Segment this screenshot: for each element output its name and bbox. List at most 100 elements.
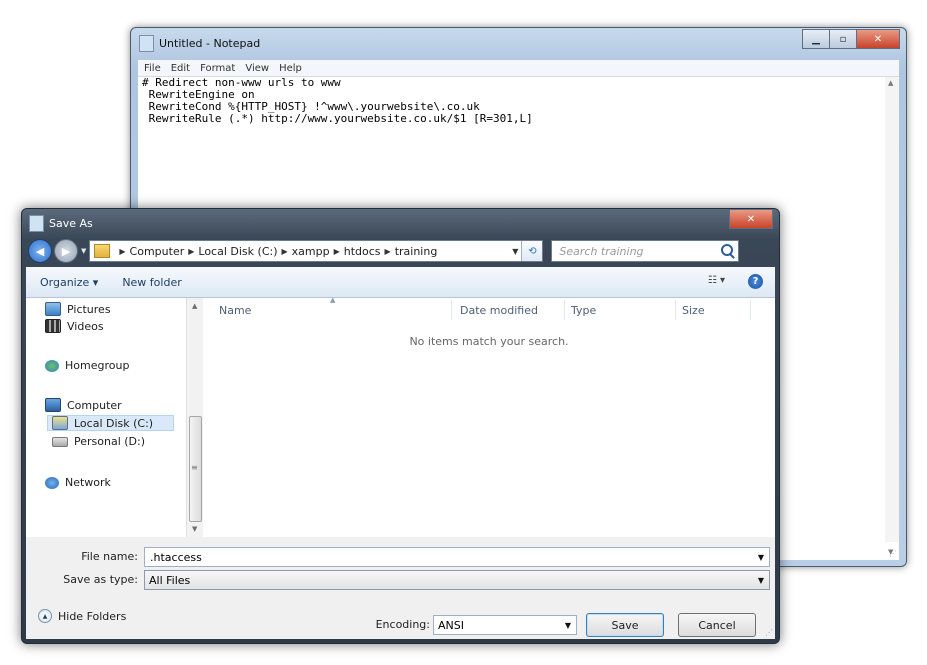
- search-input[interactable]: [557, 243, 712, 259]
- file-name-field[interactable]: ▼: [144, 547, 770, 567]
- dialog-close-button[interactable]: ✕: [729, 209, 773, 229]
- dialog-window-controls: ✕: [729, 209, 773, 229]
- nav-homegroup[interactable]: Homegroup: [45, 359, 129, 372]
- notepad-content[interactable]: # Redirect non-www urls to www RewriteEn…: [142, 77, 533, 125]
- encoding-value: ANSI: [438, 618, 464, 632]
- navigation-pane: Pictures Videos Homegroup Computer Local…: [26, 298, 203, 537]
- scroll-up-icon[interactable]: ▲: [888, 79, 893, 87]
- folder-icon: [94, 244, 111, 258]
- chevron-right-icon[interactable]: ▶: [385, 247, 391, 256]
- breadcrumb-htdocs[interactable]: htdocs: [344, 245, 381, 258]
- save-as-type-label: Save as type:: [63, 573, 138, 586]
- nav-network-label: Network: [65, 476, 111, 489]
- resize-grip-icon[interactable]: ⋰: [765, 628, 773, 637]
- nav-local-disk[interactable]: Local Disk (C:): [47, 415, 175, 431]
- nav-personal-label: Personal (D:): [74, 435, 146, 448]
- chevron-right-icon[interactable]: ▶: [282, 247, 288, 256]
- nav-personal[interactable]: Personal (D:): [52, 435, 145, 448]
- chevron-down-icon[interactable]: ▼: [758, 576, 764, 585]
- nav-computer[interactable]: Computer: [45, 398, 122, 412]
- nav-pictures-label: Pictures: [67, 302, 111, 316]
- chevron-right-icon[interactable]: ▶: [119, 247, 125, 256]
- scroll-down-icon[interactable]: ▼: [192, 525, 197, 533]
- address-row: ◀ ▶ ▼ ▶ Computer ▶ Local Disk (C:) ▶ xam…: [28, 239, 773, 263]
- breadcrumb-training[interactable]: training: [395, 245, 438, 258]
- menu-edit[interactable]: Edit: [171, 63, 190, 74]
- column-type[interactable]: Type: [571, 304, 596, 317]
- close-button[interactable]: ✕: [857, 29, 900, 49]
- nav-network[interactable]: Network: [45, 476, 111, 489]
- column-name[interactable]: Name: [219, 304, 251, 317]
- breadcrumb-computer[interactable]: Computer: [130, 245, 185, 258]
- menu-file[interactable]: File: [144, 63, 161, 74]
- cancel-button[interactable]: Cancel: [678, 613, 756, 637]
- breadcrumb-local-disk[interactable]: Local Disk (C:): [198, 245, 277, 258]
- menu-view[interactable]: View: [245, 63, 269, 74]
- nav-videos-label: Videos: [67, 319, 104, 333]
- recent-pages-icon[interactable]: ▼: [81, 247, 86, 255]
- menu-format[interactable]: Format: [200, 63, 235, 74]
- address-dropdown-icon[interactable]: ▼: [512, 247, 518, 256]
- drive-icon: [52, 436, 68, 447]
- save-button[interactable]: Save: [586, 613, 664, 637]
- computer-icon: [45, 398, 61, 412]
- dialog-toolbar: Organize ▾ New folder ☷ ▾ ?: [26, 267, 775, 298]
- minimize-button[interactable]: ▁: [802, 29, 830, 49]
- file-name-input[interactable]: [148, 549, 714, 565]
- notepad-menubar: File Edit Format View Help: [138, 60, 899, 76]
- column-divider[interactable]: [451, 300, 452, 320]
- hide-folders-button[interactable]: ▲ Hide Folders: [38, 609, 126, 623]
- nav-local-disk-label: Local Disk (C:): [74, 416, 154, 430]
- new-folder-button[interactable]: New folder: [122, 276, 181, 289]
- nav-scrollbar[interactable]: ▲ ≡ ▼: [186, 298, 203, 537]
- dialog-icon: [29, 215, 44, 232]
- column-size[interactable]: Size: [682, 304, 705, 317]
- nav-homegroup-label: Homegroup: [65, 359, 130, 372]
- breadcrumb-xampp[interactable]: xampp: [292, 245, 330, 258]
- dialog-titlebar: Save As: [29, 215, 93, 232]
- file-list[interactable]: ▲ Name Date modified Type Size No items …: [203, 296, 775, 537]
- nav-videos[interactable]: Videos: [45, 319, 104, 333]
- column-divider[interactable]: [750, 300, 751, 320]
- maximize-button[interactable]: ▫: [830, 29, 857, 49]
- homegroup-icon: [45, 359, 59, 372]
- address-bar[interactable]: ▶ Computer ▶ Local Disk (C:) ▶ xampp ▶ h…: [89, 240, 544, 262]
- chevron-right-icon[interactable]: ▶: [334, 247, 340, 256]
- forward-button[interactable]: ▶: [54, 239, 78, 263]
- nav-computer-label: Computer: [67, 398, 122, 412]
- back-button[interactable]: ◀: [28, 239, 52, 263]
- empty-message: No items match your search.: [409, 335, 569, 348]
- help-icon[interactable]: ?: [748, 274, 763, 289]
- local-disk-icon: [52, 416, 68, 430]
- column-date-modified[interactable]: Date modified: [460, 304, 538, 317]
- organize-button[interactable]: Organize ▾: [40, 276, 98, 289]
- file-name-label: File name:: [81, 550, 138, 563]
- pictures-icon: [45, 302, 61, 316]
- refresh-icon[interactable]: ⟲: [521, 241, 543, 261]
- notepad-window-controls: ▁ ▫ ✕: [802, 29, 900, 49]
- notepad-titlebar: Untitled - Notepad: [139, 34, 260, 52]
- nav-pictures[interactable]: Pictures: [45, 302, 111, 316]
- save-as-type-value: All Files: [149, 573, 191, 587]
- chevron-down-icon[interactable]: ▼: [565, 621, 571, 630]
- menu-help[interactable]: Help: [279, 63, 302, 74]
- scroll-up-icon[interactable]: ▲: [192, 302, 197, 310]
- column-divider[interactable]: [564, 300, 565, 320]
- save-as-dialog: Save As ✕ ◀ ▶ ▼ ▶ Computer ▶ Local Disk …: [21, 208, 780, 644]
- resize-grip-icon[interactable]: ⋰: [889, 549, 897, 558]
- notepad-icon: [139, 34, 154, 52]
- hide-folders-label: Hide Folders: [58, 609, 127, 623]
- encoding-select[interactable]: ANSI ▼: [433, 615, 577, 635]
- notepad-vertical-scrollbar[interactable]: ▲ ▼: [885, 77, 899, 556]
- dialog-title: Save As: [49, 217, 93, 230]
- search-icon[interactable]: [721, 244, 734, 256]
- videos-icon: [45, 319, 61, 333]
- network-icon: [45, 476, 59, 489]
- encoding-label: Encoding:: [375, 618, 430, 631]
- chevron-right-icon[interactable]: ▶: [188, 247, 194, 256]
- column-divider[interactable]: [675, 300, 676, 320]
- search-box[interactable]: [551, 240, 740, 262]
- save-as-type-select[interactable]: All Files ▼: [144, 570, 770, 590]
- chevron-down-icon[interactable]: ▼: [758, 553, 764, 562]
- change-view-button[interactable]: ☷ ▾: [708, 275, 725, 286]
